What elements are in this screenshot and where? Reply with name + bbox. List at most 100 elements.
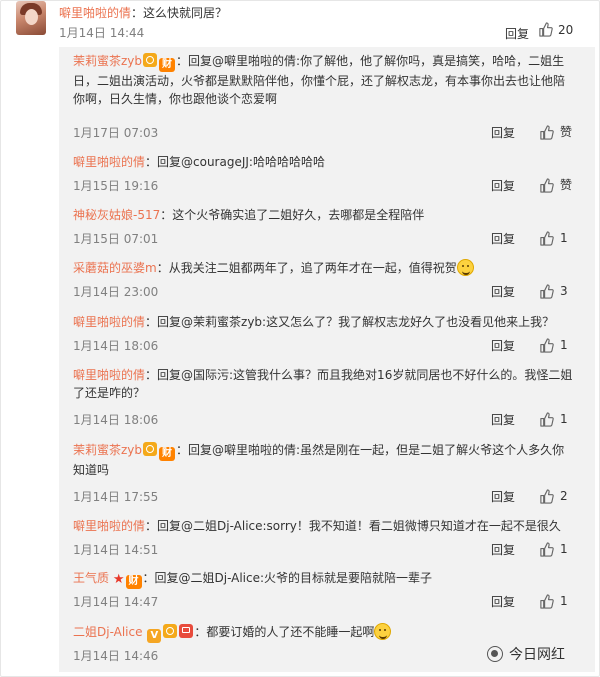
reply-button[interactable]: 回复 — [491, 230, 515, 248]
reply-text: ：回复@courageJJ:哈哈哈哈哈哈 — [145, 155, 325, 169]
top-comment-user[interactable]: 噼里啪啦的倩 — [59, 6, 131, 20]
reply-text: ：回复@二姐Dj-Alice:sorry！我不知道！看二姐微博只知道才在一起不是… — [145, 519, 561, 533]
thumbs-up-icon — [540, 124, 554, 140]
reply-time: 1月14日 18:06 — [73, 413, 159, 427]
top-comment-content: 噼里啪啦的倩：这么快就同居？ — [59, 5, 227, 21]
reply-button[interactable]: 回复 — [491, 177, 515, 195]
reply-item: 噼里啪啦的倩：回复@茉莉蜜茶zyb:这又怎么了？我了解权志龙好久了也没看见他来上… — [73, 313, 588, 353]
reply-time: 1月14日 14:51 — [73, 543, 159, 557]
reply-content: 噼里啪啦的倩：回复@courageJJ:哈哈哈哈哈哈 — [73, 153, 573, 171]
reply-item: 二姐Dj-Alice V ：都要订婚的人了还不能睡一起啊 1月14日 14:46 — [73, 623, 588, 663]
reply-meta: 1月14日 14:51 回复 1 — [73, 541, 588, 561]
reply-time: 1月14日 14:47 — [73, 595, 159, 609]
gold-medal-icon — [143, 53, 158, 67]
blessing-emoji-icon — [456, 259, 474, 276]
like-count: 赞 — [560, 178, 573, 192]
thumbs-up-icon — [540, 337, 554, 353]
top-comment-reply-button[interactable]: 回复 — [505, 25, 529, 42]
like-count: 1 — [560, 231, 568, 245]
thumbs-up-icon — [540, 593, 554, 609]
reply-content: 茉莉蜜茶zyb 财：回复@噼里啪啦的倩:虽然是刚在一起，但是二姐了解火爷这个人多久… — [73, 441, 573, 479]
like-button[interactable]: 赞 — [539, 123, 572, 141]
reply-button[interactable]: 回复 — [491, 541, 515, 559]
top-comment: 噼里啪啦的倩：这么快就同居？ 1月14日 14:44 回复 20 — [1, 1, 599, 47]
top-comment-time: 1月14日 14:44 — [59, 26, 145, 40]
like-button[interactable]: 2 — [539, 487, 568, 505]
verified-v-icon: V — [147, 629, 162, 643]
like-count: 赞 — [560, 125, 573, 139]
reply-time: 1月14日 23:00 — [73, 285, 159, 299]
reply-button[interactable]: 回复 — [491, 124, 515, 142]
reply-content: 茉莉蜜茶zyb 财：回复@噼里啪啦的倩:你了解他，他了解你吗，真是搞笑，哈哈，二姐… — [73, 52, 573, 108]
reply-button[interactable]: 回复 — [491, 337, 515, 355]
thumbs-up-icon — [540, 488, 554, 504]
reply-user[interactable]: 神秘灰姑娘-517 — [73, 208, 160, 222]
reply-button[interactable]: 回复 — [491, 488, 515, 506]
reply-time: 1月17日 07:03 — [73, 126, 159, 140]
gold-medal-icon — [143, 442, 158, 456]
reply-meta: 1月14日 18:06 回复 1 — [73, 411, 588, 431]
reply-item: 噼里啪啦的倩：回复@courageJJ:哈哈哈哈哈哈 1月15日 19:16 回… — [73, 153, 588, 193]
like-count: 1 — [560, 412, 568, 426]
reply-item: 茉莉蜜茶zyb 财：回复@噼里啪啦的倩:虽然是刚在一起，但是二姐了解火爷这个人多久… — [73, 441, 588, 504]
reply-content: 噼里啪啦的倩：回复@国际污:这管我什么事？而且我绝对16岁就同居也不好什么的。我… — [73, 366, 573, 402]
comment-thread: 噼里啪啦的倩：这么快就同居？ 1月14日 14:44 回复 20 茉莉蜜茶zyb… — [0, 0, 600, 677]
reply-time: 1月14日 14:46 — [73, 649, 159, 663]
like-count: 3 — [560, 284, 568, 298]
reply-user[interactable]: 噼里啪啦的倩 — [73, 315, 145, 329]
reply-content: 神秘灰姑娘-517：这个火爷确实追了二姐好久，去哪都是全程陪伴 — [73, 206, 573, 224]
reply-text: ：回复@茉莉蜜茶zyb:这又怎么了？我了解权志龙好久了也没看见他来上我？ — [145, 315, 555, 329]
like-button[interactable]: 1 — [539, 229, 568, 247]
gold-medal-icon — [163, 624, 178, 638]
reply-time: 1月14日 17:55 — [73, 490, 159, 504]
reply-meta: 1月14日 23:00 回复 3 — [73, 283, 588, 303]
reply-meta: 1月15日 19:16 回复 赞 — [73, 177, 588, 197]
like-count: 1 — [560, 594, 568, 608]
like-button[interactable]: 3 — [539, 282, 568, 300]
thumbs-up-icon — [540, 411, 554, 427]
reply-item: 王气质 ★ 财：回复@二姐Dj-Alice:火爷的目标就是要陪就陪一辈子 1月14… — [73, 569, 588, 609]
reply-content: 噼里啪啦的倩：回复@二姐Dj-Alice:sorry！我不知道！看二姐微博只知道… — [73, 517, 573, 535]
reply-button[interactable]: 回复 — [491, 593, 515, 611]
star-badge-icon: ★ — [112, 572, 125, 587]
top-comment-text: ：这么快就同居？ — [131, 6, 228, 20]
reply-user[interactable]: 茉莉蜜茶zyb — [73, 54, 142, 68]
like-button[interactable]: 赞 — [539, 176, 572, 194]
reply-item: 茉莉蜜茶zyb 财：回复@噼里啪啦的倩:你了解他，他了解你吗，真是搞笑，哈哈，二姐… — [73, 52, 588, 140]
thumbs-up-icon — [539, 22, 553, 37]
thumbs-up-icon — [540, 230, 554, 246]
reply-list: 茉莉蜜茶zyb 财：回复@噼里啪啦的倩:你了解他，他了解你吗，真是搞笑，哈哈，二姐… — [59, 47, 595, 672]
reply-user[interactable]: 噼里啪啦的倩 — [73, 368, 145, 382]
reply-text: ：这个火爷确实追了二姐好久，去哪都是全程陪伴 — [160, 208, 425, 222]
reply-user[interactable]: 噼里啪啦的倩 — [73, 519, 145, 533]
reply-item: 噼里啪啦的倩：回复@二姐Dj-Alice:sorry！我不知道！看二姐微博只知道… — [73, 517, 588, 557]
cai-badge-icon: 财 — [159, 58, 176, 72]
reply-user[interactable]: 王气质 — [73, 571, 109, 585]
like-count: 2 — [560, 489, 568, 503]
top-comment-like-button[interactable]: 20 — [538, 22, 573, 37]
reply-user[interactable]: 采蘑菇的巫婆m — [73, 261, 157, 275]
reply-item: 神秘灰姑娘-517：这个火爷确实追了二姐好久，去哪都是全程陪伴 1月15日 07… — [73, 206, 588, 246]
reply-content: 二姐Dj-Alice V ：都要订婚的人了还不能睡一起啊 — [73, 623, 573, 643]
user-avatar[interactable] — [16, 1, 46, 35]
reply-user[interactable]: 噼里啪啦的倩 — [73, 155, 145, 169]
reply-time: 1月14日 18:06 — [73, 339, 159, 353]
top-comment-like-count: 20 — [558, 22, 574, 37]
reply-item: 采蘑菇的巫婆m：从我关注二姐都两年了，追了两年才在一起，值得祝贺 1月14日 2… — [73, 259, 588, 299]
reply-user[interactable]: 茉莉蜜茶zyb — [73, 443, 142, 457]
reply-user[interactable]: 二姐Dj-Alice — [73, 625, 143, 639]
reply-text: ：回复@国际污:这管我什么事？而且我绝对16岁就同居也不好什么的。我怪二姐了还是… — [73, 368, 573, 400]
reply-meta: 1月17日 07:03 回复 赞 — [73, 124, 588, 144]
reply-button[interactable]: 回复 — [491, 411, 515, 429]
red-envelope-icon — [179, 624, 194, 638]
like-button[interactable]: 1 — [539, 592, 568, 610]
laughing-emoji-icon — [374, 623, 392, 640]
reply-button[interactable]: 回复 — [491, 283, 515, 301]
thumbs-up-icon — [540, 541, 554, 557]
like-button[interactable]: 1 — [539, 540, 568, 558]
reply-time: 1月15日 07:01 — [73, 232, 159, 246]
watermark-text: 今日网红 — [509, 647, 565, 663]
like-button[interactable]: 1 — [539, 336, 568, 354]
reply-meta: 1月14日 17:55 回复 2 — [73, 488, 588, 508]
like-button[interactable]: 1 — [539, 410, 568, 428]
